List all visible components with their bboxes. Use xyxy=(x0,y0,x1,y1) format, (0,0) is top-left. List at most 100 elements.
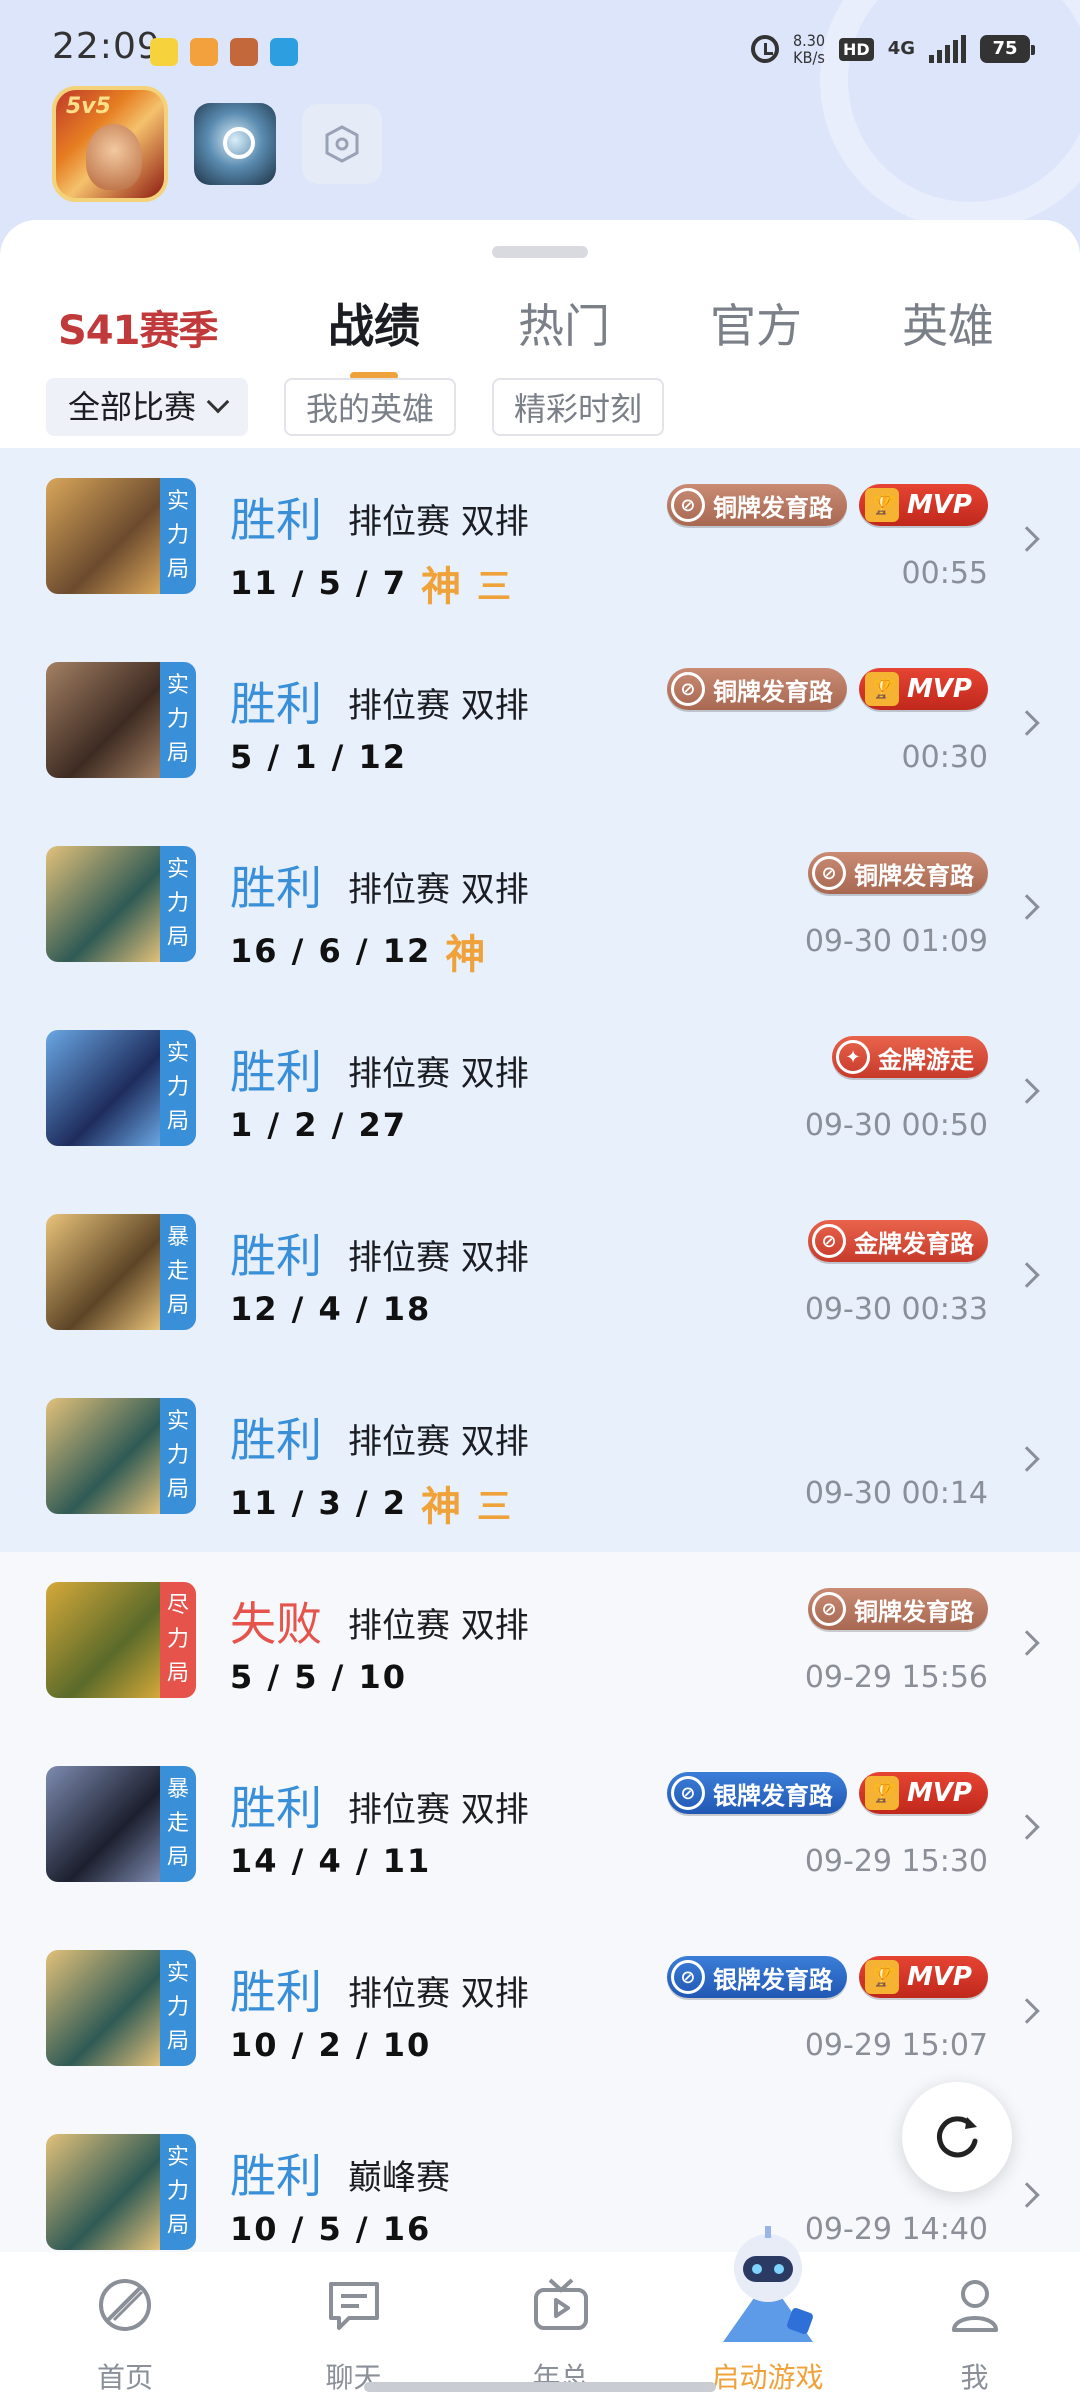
sheet-drag-handle[interactable] xyxy=(492,246,588,258)
match-time: 09-30 00:50 xyxy=(804,1108,988,1143)
notification-app-icon xyxy=(270,38,298,66)
match-time: 09-29 15:07 xyxy=(804,2028,988,2063)
tag-char: 局 xyxy=(166,1845,189,1870)
hero-portrait: 暴 走 局 xyxy=(46,1214,196,1330)
tag-char: 局 xyxy=(166,2213,189,2238)
second-game-app-icon[interactable] xyxy=(194,103,276,185)
tag-char: 局 xyxy=(166,1109,189,1134)
badge-label: 铜牌发育路 xyxy=(854,1597,974,1626)
tag-char: 力 xyxy=(166,2179,189,2204)
chevron-right-icon xyxy=(1014,1446,1040,1472)
performance-tag: 实 力 局 xyxy=(160,846,196,962)
net-speed: 8.30 KB/s xyxy=(793,32,825,66)
match-mode: 排位赛 双排 xyxy=(348,870,529,910)
nav-annual[interactable]: 年总 xyxy=(457,2252,664,2400)
kda-line: 10 / 2 / 10 xyxy=(230,2026,431,2064)
hero-avatar xyxy=(46,1582,160,1698)
tab-official[interactable]: 官方 xyxy=(710,290,802,356)
chevron-right-icon xyxy=(1014,1998,1040,2024)
tag-char: 实 xyxy=(166,1409,189,1434)
performance-tag: 实 力 局 xyxy=(160,1030,196,1146)
tag-char: 力 xyxy=(166,707,189,732)
tag-char: 实 xyxy=(166,2145,189,2170)
nav-chat[interactable]: 聊天 xyxy=(250,2252,457,2400)
triple-kill-badge: 三 xyxy=(477,1486,517,1527)
match-time: 09-29 15:56 xyxy=(804,1660,988,1695)
match-row[interactable]: 实 力 局 胜利 排位赛 双排 1 / 2 / 27 ✦ 金牌游走 09-30 … xyxy=(0,1000,1080,1184)
badge-label: 铜牌发育路 xyxy=(712,493,833,522)
nav-me[interactable]: 我 xyxy=(871,2252,1078,2400)
match-result: 胜利 xyxy=(230,1965,322,2019)
tab-heroes[interactable]: 英雄 xyxy=(902,290,994,356)
match-row[interactable]: 暴 走 局 胜利 排位赛 双排 14 / 4 / 11 ⊘ 银牌发育路 🏆 MV… xyxy=(0,1736,1080,1920)
match-row[interactable]: 实 力 局 胜利 排位赛 双排 11 / 3 / 2 神 三 09-30 00:… xyxy=(0,1368,1080,1552)
tab-hot[interactable]: 热门 xyxy=(518,290,610,356)
tag-char: 暴 xyxy=(166,1777,189,1802)
match-row[interactable]: 实 力 局 胜利 排位赛 双排 10 / 2 / 10 ⊘ 银牌发育路 🏆 MV… xyxy=(0,1920,1080,2104)
performance-tag: 暴 走 局 xyxy=(160,1214,196,1330)
tag-char: 力 xyxy=(166,1627,189,1652)
lane-medal-badge: ⊘ 铜牌发育路 xyxy=(808,1588,988,1630)
match-row[interactable]: 暴 走 局 胜利 排位赛 双排 12 / 4 / 18 ⊘ 金牌发育路 09-3… xyxy=(0,1184,1080,1368)
match-result: 胜利 xyxy=(230,1045,322,1099)
hero-portrait: 实 力 局 xyxy=(46,1030,196,1146)
tag-char: 局 xyxy=(166,1661,189,1686)
badge-label: 铜牌发育路 xyxy=(712,677,833,706)
medal-icon: ⊘ xyxy=(670,488,705,522)
nav-home[interactable]: 首页 xyxy=(0,2252,250,2400)
tag-char: 局 xyxy=(166,2029,189,2054)
refresh-button[interactable] xyxy=(902,2082,1012,2192)
tab-records[interactable]: 战绩 xyxy=(328,290,420,356)
kda-value: 1 / 2 / 27 xyxy=(230,1106,407,1144)
match-row[interactable]: 实 力 局 胜利 排位赛 双排 16 / 6 / 12 神 ⊘ 铜牌发育路 09… xyxy=(0,816,1080,1000)
match-row[interactable]: 实 力 局 胜利 排位赛 双排 5 / 1 / 12 ⊘ 铜牌发育路 🏆 MVP xyxy=(0,632,1080,816)
match-result: 胜利 xyxy=(230,493,322,547)
match-result: 胜利 xyxy=(230,677,322,731)
bottom-nav: 首页 聊天 年总 启动游戏 我 xyxy=(0,2226,1080,2400)
match-mode: 排位赛 双排 xyxy=(348,686,529,726)
performance-tag: 实 力 局 xyxy=(160,662,196,778)
honor-of-kings-app-icon[interactable] xyxy=(52,86,168,202)
match-mode: 排位赛 双排 xyxy=(348,1606,529,1646)
chevron-right-icon xyxy=(1014,1262,1040,1288)
match-row[interactable]: 实 力 局 胜利 排位赛 双排 11 / 5 / 7 神 三 ⊘ 铜牌发育路 🏆… xyxy=(0,448,1080,632)
match-row[interactable]: 尽 力 局 失败 排位赛 双排 5 / 5 / 10 ⊘ 铜牌发育路 09-29… xyxy=(0,1552,1080,1736)
network-type: 4G xyxy=(887,38,915,59)
lane-medal-badge: ⊘ 铜牌发育路 xyxy=(808,852,988,894)
chat-icon xyxy=(328,2282,379,2330)
mvp-badge: 🏆 MVP xyxy=(858,668,988,710)
badge-label: MVP xyxy=(906,490,972,520)
chevron-down-icon xyxy=(206,390,230,414)
tag-char: 力 xyxy=(166,523,189,548)
alarm-icon xyxy=(750,35,779,63)
hero-portrait: 实 力 局 xyxy=(46,2134,196,2250)
mvp-badge: 🏆 MVP xyxy=(858,1956,988,1998)
signal-icon xyxy=(929,35,966,63)
all-matches-dropdown[interactable]: 全部比赛 xyxy=(46,378,249,436)
status-time: 22:09 xyxy=(52,26,161,67)
kda-value: 16 / 6 / 12 xyxy=(230,932,432,970)
match-mode: 排位赛 双排 xyxy=(348,1238,529,1278)
badge-label: MVP xyxy=(906,1778,972,1808)
filter-bar: 全部比赛 我的英雄 精彩时刻 xyxy=(46,378,665,436)
match-mode: 排位赛 双排 xyxy=(348,1974,529,2014)
kda-line: 14 / 4 / 11 xyxy=(230,1842,431,1880)
badge-label: 银牌发育路 xyxy=(712,1781,833,1810)
match-time: 00:30 xyxy=(901,740,988,775)
kda-line: 10 / 5 / 16 xyxy=(230,2210,431,2248)
notification-app-icon xyxy=(230,38,258,66)
home-indicator[interactable] xyxy=(364,2382,716,2392)
tag-char: 局 xyxy=(166,557,189,582)
hero-portrait: 实 力 局 xyxy=(46,1398,196,1514)
highlights-filter[interactable]: 精彩时刻 xyxy=(492,378,665,436)
hero-portrait: 实 力 局 xyxy=(46,1950,196,2066)
add-game-button[interactable] xyxy=(302,104,382,184)
kda-value: 14 / 4 / 11 xyxy=(230,1842,432,1880)
my-heroes-filter[interactable]: 我的英雄 xyxy=(284,378,457,436)
tag-char: 局 xyxy=(166,1293,189,1318)
nav-launch-game[interactable]: 启动游戏 xyxy=(664,2226,871,2400)
kda-line: 1 / 2 / 27 xyxy=(230,1106,407,1144)
net-speed-unit: KB/s xyxy=(793,48,825,67)
lane-medal-badge: ⊘ 银牌发育路 xyxy=(666,1772,847,1814)
match-time: 09-29 14:40 xyxy=(804,2212,988,2247)
